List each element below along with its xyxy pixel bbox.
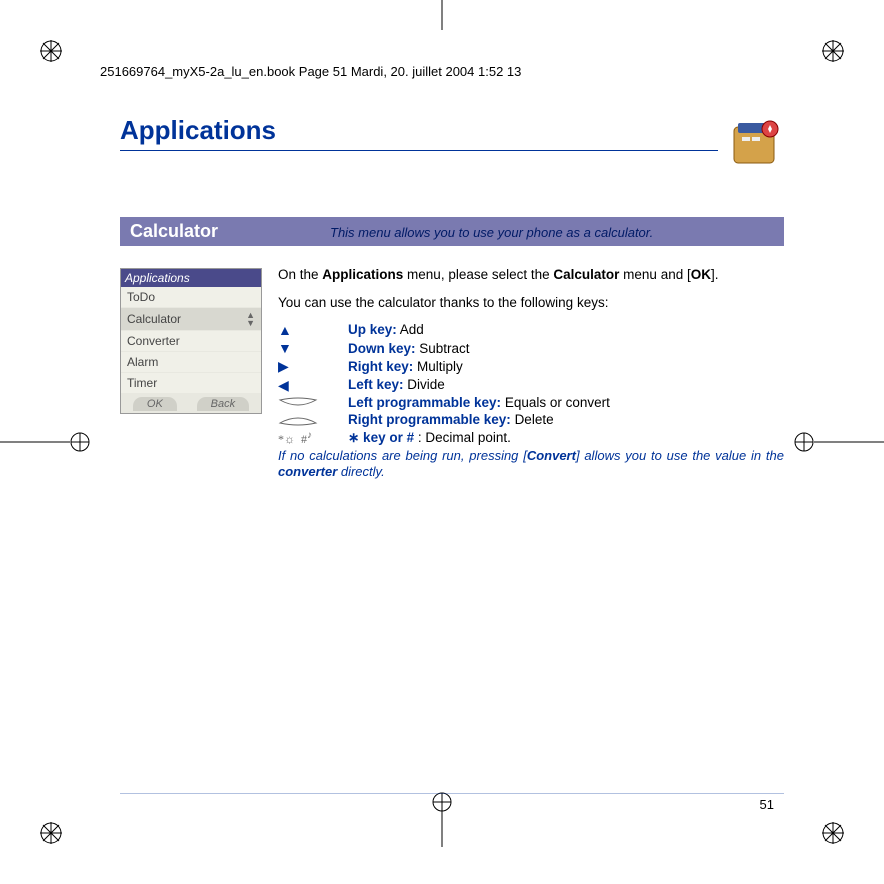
- softkey-right: Back: [197, 397, 249, 411]
- key-label: Right programmable key:: [348, 412, 511, 427]
- key-mapping-row: *☼ #♪ ∗ key or # : Decimal point.: [278, 429, 784, 448]
- key-label: Down key:: [348, 341, 416, 356]
- key-label: Up key:: [348, 322, 397, 337]
- key-desc: Subtract: [419, 341, 469, 356]
- crop-mark-icon: [822, 822, 844, 844]
- scroll-indicator-icon: ▲▼: [246, 311, 255, 327]
- crop-mark-icon: [0, 427, 90, 457]
- key-mapping-row: ▲ Up key: Add: [278, 321, 784, 339]
- key-desc: Delete: [515, 412, 554, 427]
- key-mapping-row: Left programmable key: Equals or convert: [278, 394, 784, 412]
- phone-menu-item: ToDo: [121, 287, 261, 308]
- crop-mark-icon: [822, 40, 844, 62]
- down-arrow-icon: ▼: [278, 339, 292, 357]
- section-desc: This menu allows you to use your phone a…: [330, 225, 653, 240]
- key-mapping-row: Right programmable key: Delete: [278, 411, 784, 429]
- phone-menu-item: Alarm: [121, 352, 261, 373]
- key-desc: Multiply: [417, 359, 463, 374]
- crop-mark-icon: [427, 787, 457, 850]
- crop-mark-icon: [40, 822, 62, 844]
- softkey-left-icon: [278, 396, 318, 410]
- key-mapping-row: ◀ Left key: Divide: [278, 376, 784, 394]
- section-title: Calculator: [130, 221, 330, 242]
- softkey-left: OK: [133, 397, 177, 411]
- chapter-title: Applications: [120, 115, 718, 146]
- phone-menu-item: Converter: [121, 331, 261, 352]
- key-label: Right key:: [348, 359, 413, 374]
- key-label: ∗ key or #: [348, 430, 414, 445]
- key-desc: : Decimal point.: [418, 430, 511, 445]
- divider: [120, 150, 718, 151]
- footnote: If no calculations are being run, pressi…: [278, 448, 784, 482]
- left-arrow-icon: ◀: [278, 376, 289, 394]
- right-arrow-icon: ▶: [278, 357, 289, 375]
- applications-icon: [728, 115, 784, 171]
- key-desc: Add: [400, 322, 424, 337]
- section-banner: Calculator This menu allows you to use y…: [120, 217, 784, 246]
- divider: [120, 793, 784, 794]
- phone-screenshot: Applications ToDoCalculator▲▼ConverterAl…: [120, 268, 262, 414]
- key-desc: Divide: [407, 377, 445, 392]
- up-arrow-icon: ▲: [278, 321, 292, 339]
- body-paragraph: You can use the calculator thanks to the…: [278, 294, 784, 312]
- phone-screen-header: Applications: [121, 269, 261, 287]
- key-mapping-row: ▶ Right key: Multiply: [278, 357, 784, 375]
- phone-menu-item: Calculator▲▼: [121, 308, 261, 331]
- phone-menu-item: Timer: [121, 373, 261, 394]
- crop-mark-icon: [438, 0, 446, 30]
- key-mapping-row: ▼ Down key: Subtract: [278, 339, 784, 357]
- star-hash-key-icon: *☼ #♪: [278, 429, 312, 448]
- body-paragraph: On the Applications menu, please select …: [278, 266, 784, 284]
- key-label: Left key:: [348, 377, 404, 392]
- doc-header: 251669764_myX5-2a_lu_en.book Page 51 Mar…: [100, 64, 784, 79]
- softkey-right-icon: [278, 413, 318, 427]
- page-number: 51: [760, 797, 774, 812]
- crop-mark-icon: [794, 427, 884, 457]
- key-label: Left programmable key:: [348, 395, 501, 410]
- crop-mark-icon: [40, 40, 62, 62]
- key-desc: Equals or convert: [505, 395, 610, 410]
